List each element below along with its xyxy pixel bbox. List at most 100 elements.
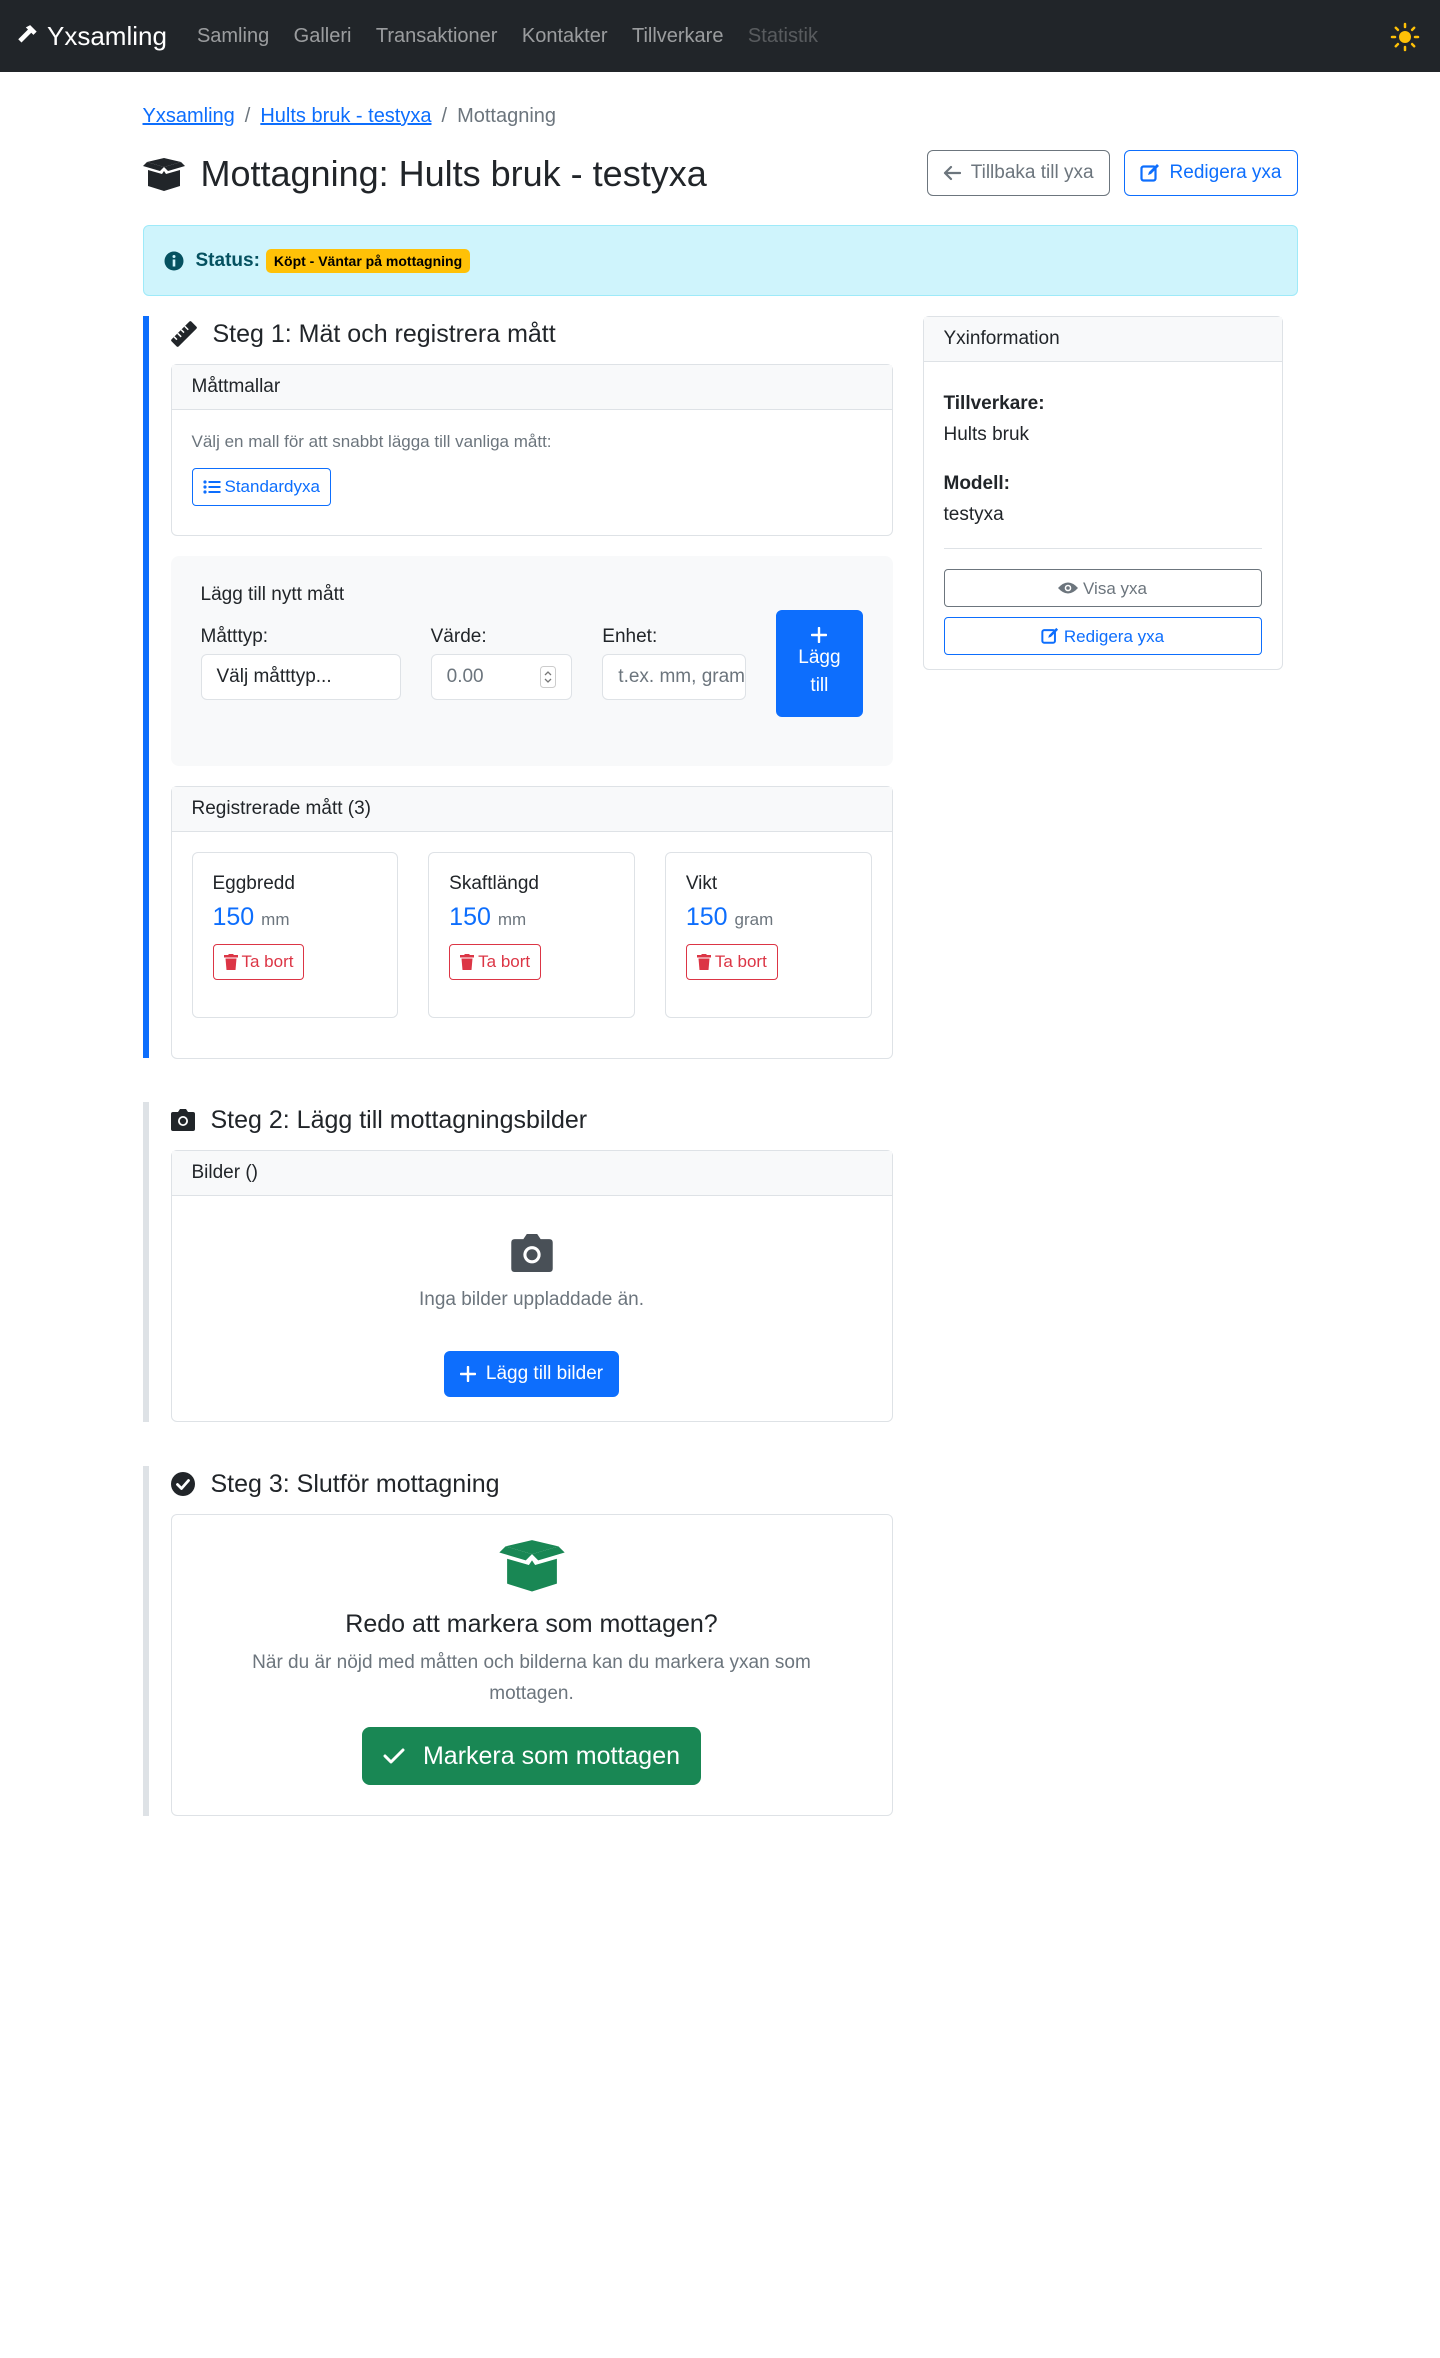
check-icon bbox=[383, 1748, 405, 1764]
breadcrumb-current: Mottagning bbox=[457, 105, 557, 127]
nav-statistik: Statistik bbox=[747, 24, 818, 47]
nav-galleri[interactable]: Galleri bbox=[294, 25, 352, 47]
status-alert: Status: Köpt - Väntar på mottagning bbox=[142, 225, 1298, 296]
measure-unit: gram bbox=[734, 910, 774, 929]
finish-heading: Redo att markera som mottagen? bbox=[345, 1610, 718, 1638]
template-standardyxa-label: Standardyxa bbox=[224, 477, 320, 496]
delete-measure-label: Ta bort bbox=[478, 952, 531, 971]
camera-icon bbox=[170, 1109, 195, 1131]
measure-type-select[interactable]: Välj måtttyp... bbox=[200, 654, 401, 700]
check-circle-icon bbox=[170, 1472, 195, 1496]
templates-hint: Välj en mall för att snabbt lägga till v… bbox=[191, 432, 552, 451]
add-images-label: Lägg till bilder bbox=[485, 1363, 604, 1384]
step-2-section: Steg 2: Lägg till mottagningsbilder Bild… bbox=[142, 1102, 893, 1422]
measure-unit-input[interactable]: t.ex. mm, gram bbox=[602, 654, 747, 700]
model-label: Modell: bbox=[943, 473, 1011, 494]
measure-name: Eggbredd bbox=[212, 873, 295, 894]
measure-value: 150 bbox=[449, 903, 491, 931]
sidebar-edit-axe-button[interactable]: Redigera yxa bbox=[943, 617, 1262, 655]
delete-measure-button[interactable]: Ta bort bbox=[449, 944, 542, 980]
page-container: Yxsamling / Hults bruk - testyxa / Mottagnin… bbox=[142, 72, 1298, 1816]
view-axe-button[interactable]: Visa yxa bbox=[943, 569, 1262, 607]
edit-axe-button[interactable]: Redigera yxa bbox=[1123, 150, 1298, 196]
registered-measures-card: Registrerade mått (3) Eggbredd 150 mm Ta… bbox=[170, 786, 893, 1059]
measure-card: Skaftlängd 150 mm Ta bort bbox=[428, 852, 635, 1018]
breadcrumb-home[interactable]: Yxsamling bbox=[143, 105, 235, 127]
divider bbox=[943, 548, 1262, 549]
trash-icon bbox=[460, 954, 475, 970]
list-icon bbox=[202, 480, 220, 494]
delete-measure-button[interactable]: Ta bort bbox=[212, 944, 305, 980]
no-images-text: Inga bilder uppladdade än. bbox=[418, 1289, 645, 1310]
add-images-button[interactable]: Lägg till bilder bbox=[443, 1351, 620, 1397]
back-to-axe-button[interactable]: Tillbaka till yxa bbox=[926, 150, 1110, 196]
ruler-icon bbox=[170, 321, 197, 347]
nav-samling[interactable]: Samling bbox=[197, 25, 269, 47]
step-3-title: Steg 3: Slutför mottagning bbox=[210, 1469, 500, 1498]
measure-unit-placeholder: t.ex. mm, gram bbox=[618, 666, 745, 687]
delete-measure-label: Ta bort bbox=[241, 952, 294, 971]
measure-value: 150 bbox=[685, 903, 728, 931]
sidebar-edit-axe-label: Redigera yxa bbox=[1063, 626, 1165, 646]
template-standardyxa-button[interactable]: Standardyxa bbox=[191, 468, 331, 506]
finish-card: Redo att markera som mottagen? När du är… bbox=[170, 1514, 893, 1816]
measure-card: Eggbredd 150 mm Ta bort bbox=[191, 852, 399, 1018]
images-header: Bilder () bbox=[171, 1151, 892, 1196]
maker-label: Tillverkare: bbox=[943, 393, 1045, 414]
breadcrumb-separator: / bbox=[244, 105, 251, 127]
new-measure-title: Lägg till nytt mått bbox=[200, 584, 345, 605]
measure-unit-label: Enhet: bbox=[602, 626, 658, 647]
finish-text: När du är nöjd med måtten och bilderna k… bbox=[252, 1652, 811, 1704]
step-2-title: Steg 2: Lägg till mottagningsbilder bbox=[210, 1105, 588, 1134]
measure-unit: mm bbox=[261, 910, 290, 929]
registered-measures-header: Registrerade mått (3) bbox=[171, 787, 892, 832]
mark-received-label: Markera som mottagen bbox=[422, 1741, 681, 1770]
step-1-section: Steg 1: Mät och registrera mått Måttmall… bbox=[142, 316, 893, 1059]
brand-label: Yxsamling bbox=[47, 20, 167, 51]
breadcrumb: Yxsamling / Hults bruk - testyxa / Mottagnin… bbox=[143, 105, 1298, 135]
templates-card: Måttmallar Välj en mall för att snabbt l… bbox=[170, 364, 893, 536]
breadcrumb-axe[interactable]: Hults bruk - testyxa bbox=[260, 105, 431, 127]
back-to-axe-label: Tillbaka till yxa bbox=[970, 162, 1094, 183]
step-3-section: Steg 3: Slutför mottagning Redo att mark… bbox=[142, 1466, 893, 1816]
edit-icon bbox=[1041, 627, 1059, 644]
axe-info-header: Yxinformation bbox=[923, 317, 1282, 362]
edit-icon bbox=[1139, 164, 1159, 182]
add-measure-button[interactable]: Lägg till bbox=[776, 610, 863, 717]
nav-transaktioner[interactable]: Transaktioner bbox=[376, 25, 498, 47]
maker-value: Hults bruk bbox=[943, 424, 1030, 445]
measure-unit: mm bbox=[497, 910, 527, 929]
add-measure-label-1: Lägg bbox=[798, 646, 841, 668]
delete-measure-button[interactable]: Ta bort bbox=[685, 944, 778, 980]
page-title: Mottagning: Hults bruk - testyxa bbox=[200, 153, 707, 194]
main-column: Steg 1: Mät och registrera mått Måttmall… bbox=[142, 316, 893, 1816]
box-open-icon bbox=[142, 158, 185, 191]
measure-name: Skaftlängd bbox=[449, 873, 539, 894]
trash-icon bbox=[223, 954, 238, 970]
templates-header: Måttmallar bbox=[171, 365, 892, 410]
spinner-arrows-icon[interactable] bbox=[540, 666, 557, 688]
edit-axe-label: Redigera yxa bbox=[1169, 162, 1282, 183]
sidebar: Yxinformation Tillverkare: Hults bruk Mo… bbox=[922, 316, 1283, 1816]
arrow-left-icon bbox=[943, 165, 961, 181]
camera-placeholder-icon bbox=[510, 1234, 553, 1272]
navbar: Yxsamling Samling Galleri Transaktioner … bbox=[0, 0, 1440, 72]
nav-tillverkare[interactable]: Tillverkare bbox=[632, 25, 724, 47]
view-axe-label: Visa yxa bbox=[1083, 578, 1147, 598]
eye-icon bbox=[1058, 582, 1079, 594]
measure-type-value: Välj måtttyp... bbox=[216, 666, 332, 687]
measure-value-input[interactable]: 0.00 bbox=[430, 654, 573, 700]
mark-received-button[interactable]: Markera som mottagen bbox=[361, 1727, 702, 1785]
page-header: Mottagning: Hults bruk - testyxa Tillbak… bbox=[142, 149, 1298, 199]
nav-kontakter[interactable]: Kontakter bbox=[522, 25, 608, 47]
measure-name: Vikt bbox=[685, 873, 718, 894]
model-value: testyxa bbox=[943, 504, 1004, 525]
brand-link[interactable]: Yxsamling bbox=[15, 21, 167, 52]
plus-icon bbox=[459, 1366, 476, 1382]
status-badge: Köpt - Väntar på mottagning bbox=[265, 248, 471, 273]
theme-toggle-sun-icon[interactable] bbox=[1390, 22, 1420, 57]
trash-icon bbox=[696, 954, 711, 970]
axe-info-card: Yxinformation Tillverkare: Hults bruk Mo… bbox=[922, 316, 1283, 670]
add-measure-label-2: till bbox=[810, 674, 829, 696]
box-open-success-icon bbox=[498, 1540, 565, 1592]
